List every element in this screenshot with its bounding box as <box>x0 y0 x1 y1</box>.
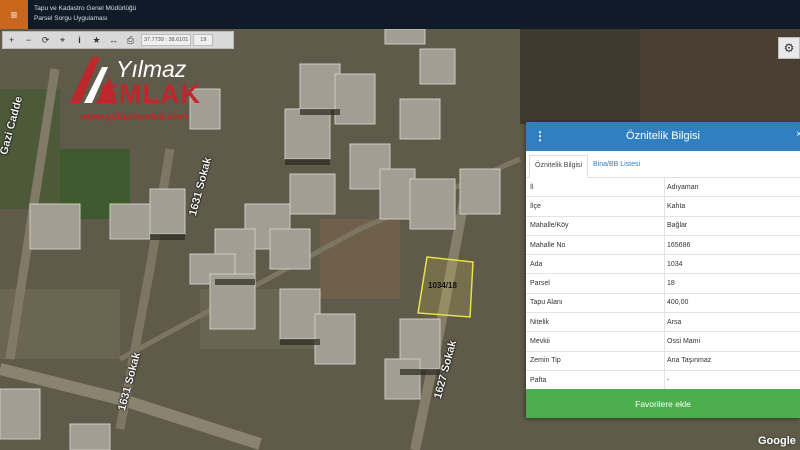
attribute-panel: ⋮ Öznitelik Bilgisi × Öznitelik Bilgisi … <box>526 122 800 418</box>
measure-icon[interactable]: ↔ <box>105 32 122 48</box>
org-name: Tapu ve Kadastro Genel Müdürlüğü <box>34 5 137 12</box>
table-row: Nitelik Arsa <box>526 313 800 333</box>
top-bar: ≡ Tapu ve Kadastro Genel Müdürlüğü Parse… <box>0 0 800 29</box>
logo-url: www.yilmazemlak.com <box>80 112 189 123</box>
zoom-out-icon[interactable]: − <box>20 32 37 48</box>
panel-title: Öznitelik Bilgisi <box>626 130 700 142</box>
add-to-favorites-button[interactable]: Favorilere ekle <box>526 389 800 418</box>
refresh-icon[interactable]: ⟳ <box>37 32 54 48</box>
tab-building-list[interactable]: Bina/BB Listesi <box>588 155 645 178</box>
attribute-table: İl Adıyaman İlçe Kahta Mahalle/Köy Bağlar M… <box>526 178 800 391</box>
table-row: Mahalle No 165686 <box>526 235 800 256</box>
table-row: Mevkii Ossi Mami <box>526 332 800 352</box>
yilmaz-emlak-logo: Yılmaz EMLAK www.yilmazemlak.com <box>66 55 216 130</box>
table-row: Pafta - <box>526 370 800 391</box>
logo-brand-main: EMLAK <box>100 79 201 109</box>
coordinate-readout: 37.7739 : 38.6101 <box>141 34 192 46</box>
hamburger-icon[interactable]: ≡ <box>0 0 28 29</box>
table-row: İl Adıyaman <box>526 178 800 198</box>
map-toolbar: + − ⟳ ⌖ i ★ ↔ ⎙ 37.7739 : 38.6101 19 <box>2 31 234 49</box>
star-icon[interactable]: ★ <box>88 32 105 48</box>
parcel-label: 1034/18 <box>428 281 457 290</box>
close-icon[interactable]: × <box>796 129 800 140</box>
info-icon[interactable]: i <box>71 32 88 48</box>
tab-attributes[interactable]: Öznitelik Bilgisi <box>529 155 589 178</box>
table-row: İlçe Kahta <box>526 197 800 217</box>
zoom-level: 19 <box>193 34 214 46</box>
locate-icon[interactable]: ⌖ <box>54 32 71 48</box>
app-title: Tapu ve Kadastro Genel Müdürlüğü Parsel … <box>34 4 136 24</box>
gear-icon[interactable]: ⚙ <box>778 37 800 59</box>
app-name: Parsel Sorgu Uygulaması <box>34 15 108 22</box>
table-row: Parsel 18 <box>526 274 800 294</box>
zoom-in-icon[interactable]: + <box>3 32 20 48</box>
google-attribution: Google <box>758 435 796 447</box>
panel-header: ⋮ Öznitelik Bilgisi × <box>526 122 800 151</box>
print-icon[interactable]: ⎙ <box>122 32 139 48</box>
panel-tabs: Öznitelik Bilgisi Bina/BB Listesi <box>526 151 800 178</box>
table-row: Zemin Tip Ana Taşınmaz <box>526 351 800 371</box>
table-row: Mahalle/Köy Bağlar <box>526 216 800 236</box>
table-row: Ada 1034 <box>526 255 800 275</box>
table-row: Tapu Alanı 400,00 <box>526 293 800 314</box>
